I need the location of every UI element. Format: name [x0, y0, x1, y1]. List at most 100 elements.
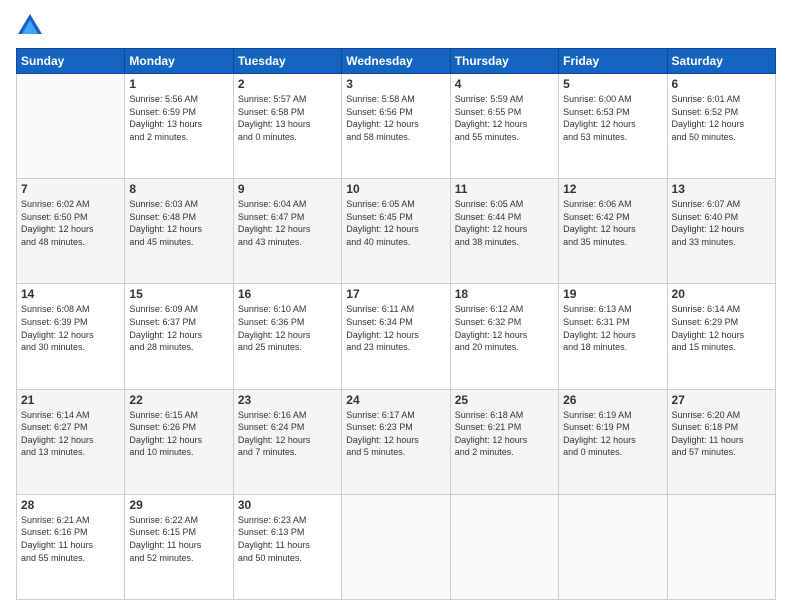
calendar-cell: 11 Sunrise: 6:05 AMSunset: 6:44 PMDayligh…	[450, 179, 558, 284]
calendar-cell: 25 Sunrise: 6:18 AMSunset: 6:21 PMDayligh…	[450, 389, 558, 494]
calendar-cell	[342, 494, 450, 599]
calendar-cell	[667, 494, 775, 599]
day-info: Sunrise: 6:23 AMSunset: 6:13 PMDaylight:…	[238, 514, 337, 564]
calendar-cell: 23 Sunrise: 6:16 AMSunset: 6:24 PMDayligh…	[233, 389, 341, 494]
logo	[16, 12, 48, 40]
day-number: 12	[563, 182, 662, 196]
day-number: 4	[455, 77, 554, 91]
day-number: 8	[129, 182, 228, 196]
header	[16, 12, 776, 40]
weekday-header-wednesday: Wednesday	[342, 49, 450, 74]
page: SundayMondayTuesdayWednesdayThursdayFrid…	[0, 0, 792, 612]
day-number: 16	[238, 287, 337, 301]
day-info: Sunrise: 6:16 AMSunset: 6:24 PMDaylight:…	[238, 409, 337, 459]
day-info: Sunrise: 6:13 AMSunset: 6:31 PMDaylight:…	[563, 303, 662, 353]
calendar-cell: 26 Sunrise: 6:19 AMSunset: 6:19 PMDayligh…	[559, 389, 667, 494]
day-info: Sunrise: 6:02 AMSunset: 6:50 PMDaylight:…	[21, 198, 120, 248]
calendar-cell: 2 Sunrise: 5:57 AMSunset: 6:58 PMDaylight…	[233, 74, 341, 179]
weekday-header-friday: Friday	[559, 49, 667, 74]
calendar-cell: 27Sunrise: 6:20 AMSunset: 6:18 PMDayligh…	[667, 389, 775, 494]
day-info: Sunrise: 5:59 AMSunset: 6:55 PMDaylight:…	[455, 93, 554, 143]
day-info: Sunrise: 6:03 AMSunset: 6:48 PMDaylight:…	[129, 198, 228, 248]
weekday-header-thursday: Thursday	[450, 49, 558, 74]
weekday-header-saturday: Saturday	[667, 49, 775, 74]
calendar-cell: 7 Sunrise: 6:02 AMSunset: 6:50 PMDaylight…	[17, 179, 125, 284]
day-info: Sunrise: 6:05 AMSunset: 6:44 PMDaylight:…	[455, 198, 554, 248]
day-number: 2	[238, 77, 337, 91]
calendar-cell: 5 Sunrise: 6:00 AMSunset: 6:53 PMDaylight…	[559, 74, 667, 179]
calendar-body: 1 Sunrise: 5:56 AMSunset: 6:59 PMDaylight…	[17, 74, 776, 600]
day-info: Sunrise: 6:05 AMSunset: 6:45 PMDaylight:…	[346, 198, 445, 248]
day-number: 24	[346, 393, 445, 407]
day-info: Sunrise: 6:12 AMSunset: 6:32 PMDaylight:…	[455, 303, 554, 353]
day-number: 20	[672, 287, 771, 301]
day-info: Sunrise: 6:01 AMSunset: 6:52 PMDaylight:…	[672, 93, 771, 143]
day-info: Sunrise: 5:58 AMSunset: 6:56 PMDaylight:…	[346, 93, 445, 143]
calendar-cell: 12 Sunrise: 6:06 AMSunset: 6:42 PMDayligh…	[559, 179, 667, 284]
day-number: 25	[455, 393, 554, 407]
day-number: 11	[455, 182, 554, 196]
day-info: Sunrise: 5:57 AMSunset: 6:58 PMDaylight:…	[238, 93, 337, 143]
calendar-cell: 18Sunrise: 6:12 AMSunset: 6:32 PMDayligh…	[450, 284, 558, 389]
day-number: 14	[21, 287, 120, 301]
day-info: Sunrise: 6:11 AMSunset: 6:34 PMDaylight:…	[346, 303, 445, 353]
logo-icon	[16, 12, 44, 40]
day-number: 17	[346, 287, 445, 301]
day-info: Sunrise: 6:04 AMSunset: 6:47 PMDaylight:…	[238, 198, 337, 248]
calendar-cell: 20Sunrise: 6:14 AMSunset: 6:29 PMDayligh…	[667, 284, 775, 389]
calendar-cell: 22 Sunrise: 6:15 AMSunset: 6:26 PMDayligh…	[125, 389, 233, 494]
day-info: Sunrise: 6:22 AMSunset: 6:15 PMDaylight:…	[129, 514, 228, 564]
day-number: 5	[563, 77, 662, 91]
day-info: Sunrise: 6:17 AMSunset: 6:23 PMDaylight:…	[346, 409, 445, 459]
calendar-week-1: 1 Sunrise: 5:56 AMSunset: 6:59 PMDaylight…	[17, 74, 776, 179]
calendar-cell: 17 Sunrise: 6:11 AMSunset: 6:34 PMDayligh…	[342, 284, 450, 389]
day-info: Sunrise: 6:00 AMSunset: 6:53 PMDaylight:…	[563, 93, 662, 143]
weekday-header-monday: Monday	[125, 49, 233, 74]
calendar-cell: 14 Sunrise: 6:08 AMSunset: 6:39 PMDayligh…	[17, 284, 125, 389]
calendar-week-4: 21 Sunrise: 6:14 AMSunset: 6:27 PMDayligh…	[17, 389, 776, 494]
calendar-cell: 10Sunrise: 6:05 AMSunset: 6:45 PMDayligh…	[342, 179, 450, 284]
day-info: Sunrise: 6:21 AMSunset: 6:16 PMDaylight:…	[21, 514, 120, 564]
calendar-cell: 16 Sunrise: 6:10 AMSunset: 6:36 PMDayligh…	[233, 284, 341, 389]
day-info: Sunrise: 6:14 AMSunset: 6:27 PMDaylight:…	[21, 409, 120, 459]
day-info: Sunrise: 6:10 AMSunset: 6:36 PMDaylight:…	[238, 303, 337, 353]
day-info: Sunrise: 6:08 AMSunset: 6:39 PMDaylight:…	[21, 303, 120, 353]
day-number: 21	[21, 393, 120, 407]
day-info: Sunrise: 6:06 AMSunset: 6:42 PMDaylight:…	[563, 198, 662, 248]
calendar-cell: 21 Sunrise: 6:14 AMSunset: 6:27 PMDayligh…	[17, 389, 125, 494]
day-info: Sunrise: 6:20 AMSunset: 6:18 PMDaylight:…	[672, 409, 771, 459]
calendar-cell: 30Sunrise: 6:23 AMSunset: 6:13 PMDayligh…	[233, 494, 341, 599]
calendar-cell: 3 Sunrise: 5:58 AMSunset: 6:56 PMDaylight…	[342, 74, 450, 179]
day-number: 3	[346, 77, 445, 91]
weekday-header-tuesday: Tuesday	[233, 49, 341, 74]
day-number: 29	[129, 498, 228, 512]
day-info: Sunrise: 5:56 AMSunset: 6:59 PMDaylight:…	[129, 93, 228, 143]
day-number: 22	[129, 393, 228, 407]
day-number: 1	[129, 77, 228, 91]
day-number: 7	[21, 182, 120, 196]
calendar-cell: 6 Sunrise: 6:01 AMSunset: 6:52 PMDaylight…	[667, 74, 775, 179]
day-number: 19	[563, 287, 662, 301]
day-info: Sunrise: 6:18 AMSunset: 6:21 PMDaylight:…	[455, 409, 554, 459]
calendar-header: SundayMondayTuesdayWednesdayThursdayFrid…	[17, 49, 776, 74]
day-number: 6	[672, 77, 771, 91]
calendar-week-5: 28 Sunrise: 6:21 AMSunset: 6:16 PMDayligh…	[17, 494, 776, 599]
calendar-week-3: 14 Sunrise: 6:08 AMSunset: 6:39 PMDayligh…	[17, 284, 776, 389]
day-number: 23	[238, 393, 337, 407]
day-number: 13	[672, 182, 771, 196]
calendar-cell: 24 Sunrise: 6:17 AMSunset: 6:23 PMDayligh…	[342, 389, 450, 494]
calendar-table: SundayMondayTuesdayWednesdayThursdayFrid…	[16, 48, 776, 600]
calendar-cell: 13Sunrise: 6:07 AMSunset: 6:40 PMDayligh…	[667, 179, 775, 284]
calendar-week-2: 7 Sunrise: 6:02 AMSunset: 6:50 PMDaylight…	[17, 179, 776, 284]
calendar-cell	[17, 74, 125, 179]
day-info: Sunrise: 6:15 AMSunset: 6:26 PMDaylight:…	[129, 409, 228, 459]
calendar-cell: 4 Sunrise: 5:59 AMSunset: 6:55 PMDaylight…	[450, 74, 558, 179]
day-number: 15	[129, 287, 228, 301]
day-info: Sunrise: 6:19 AMSunset: 6:19 PMDaylight:…	[563, 409, 662, 459]
calendar-cell: 28 Sunrise: 6:21 AMSunset: 6:16 PMDayligh…	[17, 494, 125, 599]
day-number: 26	[563, 393, 662, 407]
day-info: Sunrise: 6:09 AMSunset: 6:37 PMDaylight:…	[129, 303, 228, 353]
calendar-cell: 8 Sunrise: 6:03 AMSunset: 6:48 PMDaylight…	[125, 179, 233, 284]
calendar-cell	[450, 494, 558, 599]
day-number: 28	[21, 498, 120, 512]
